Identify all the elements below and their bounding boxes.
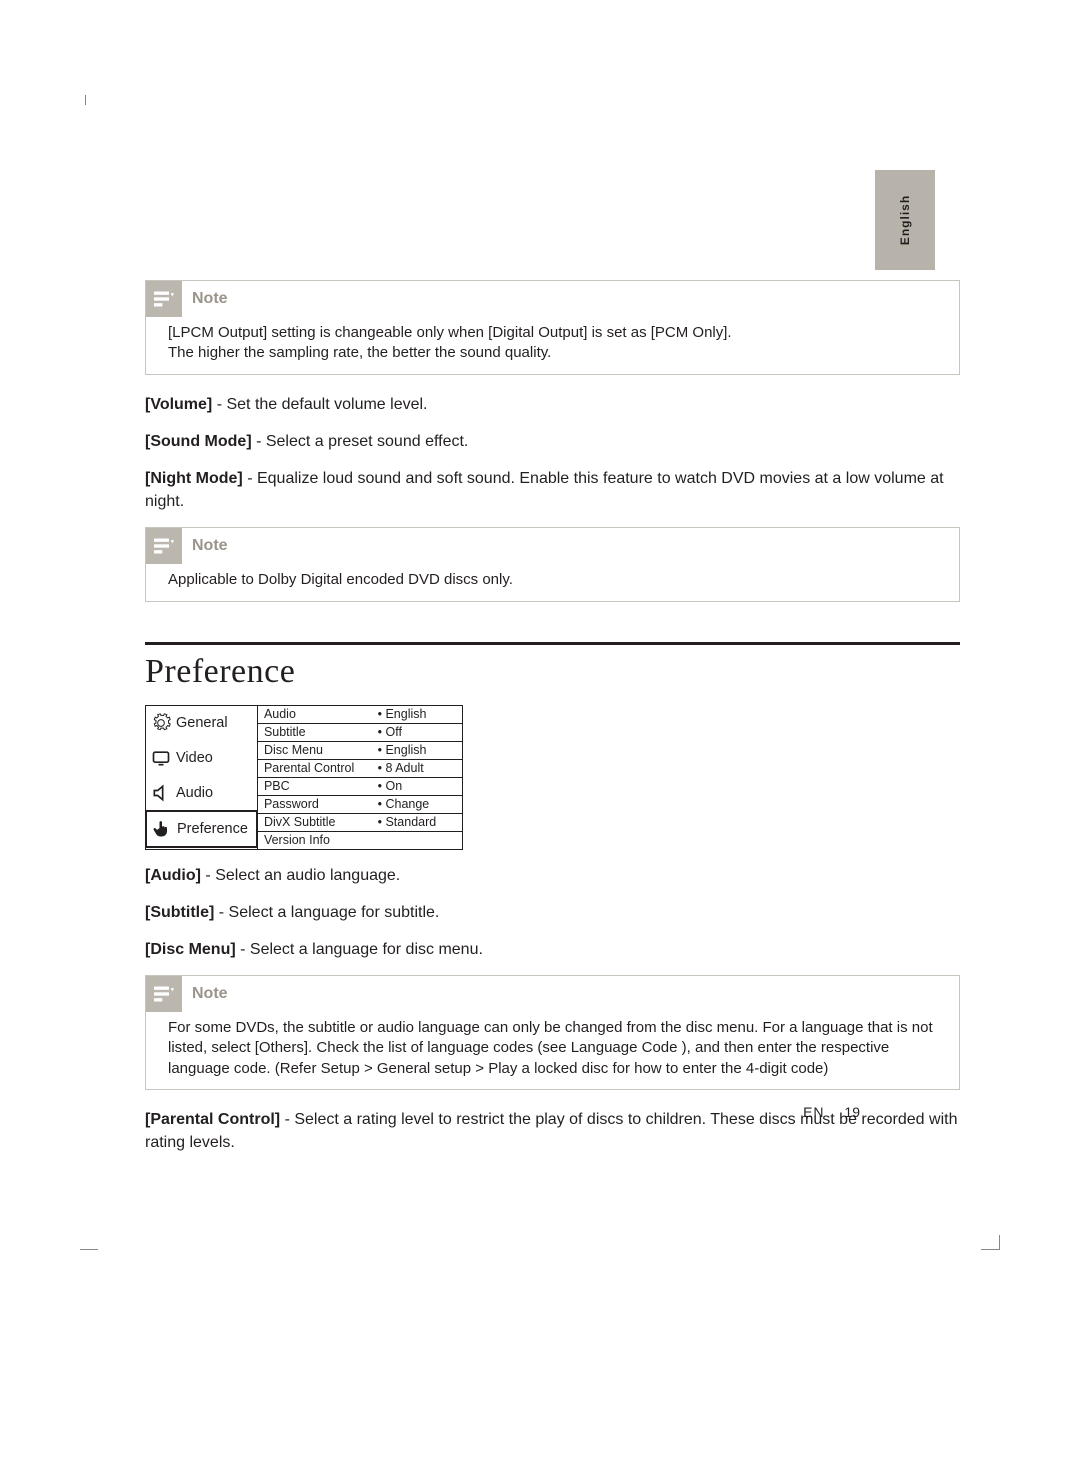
setting-label: [Volume] — [145, 396, 212, 413]
note-header: Note — [146, 528, 959, 564]
setting-label: [Night Mode] — [145, 470, 243, 487]
note-body: [LPCM Output] setting is changeable only… — [146, 317, 959, 374]
note-title: Note — [192, 537, 228, 555]
hand-icon — [151, 818, 173, 840]
pref-disc-menu: [Disc Menu] - Select a language for disc… — [145, 938, 960, 961]
note-icon — [146, 281, 182, 317]
section-heading: Preference — [145, 653, 960, 691]
note-body: For some DVDs, the subtitle or audio lan… — [146, 1012, 959, 1089]
crop-mark-icon — [85, 95, 96, 105]
setting-label: [Parental Control] — [145, 1111, 280, 1128]
setting-label: [Sound Mode] — [145, 433, 252, 450]
setting-desc: - Select a preset sound effect. — [252, 433, 469, 450]
section-divider — [145, 642, 960, 645]
menu-tab-label: Audio — [176, 785, 213, 801]
setting-night-mode: [Night Mode] - Equalize loud sound and s… — [145, 467, 960, 513]
footer-lang: EN — [803, 1104, 824, 1120]
setting-desc: - Equalize loud sound and soft sound. En… — [145, 470, 944, 510]
display-icon — [150, 747, 172, 769]
menu-options: Audio• English Subtitle• Off Disc Menu• … — [258, 706, 462, 849]
menu-row: Audio• English — [258, 706, 462, 724]
setting-label: [Disc Menu] — [145, 941, 236, 958]
setting-volume: [Volume] - Set the default volume level. — [145, 393, 960, 416]
pref-audio: [Audio] - Select an audio language. — [145, 864, 960, 887]
note-box-language: Note For some DVDs, the subtitle or audi… — [145, 975, 960, 1090]
menu-row: DivX Subtitle• Standard — [258, 814, 462, 832]
menu-tab-preference: Preference — [145, 810, 258, 848]
note-line: Applicable to Dolby Digital encoded DVD … — [168, 570, 937, 590]
menu-row: Password• Change — [258, 796, 462, 814]
setting-label: [Audio] — [145, 867, 201, 884]
setting-sound-mode: [Sound Mode] - Select a preset sound eff… — [145, 430, 960, 453]
menu-tab-audio: Audio — [146, 776, 257, 811]
page-content: Note [LPCM Output] setting is changeable… — [145, 280, 960, 1168]
note-box-lpcm: Note [LPCM Output] setting is changeable… — [145, 280, 960, 375]
setting-desc: - Select an audio language. — [201, 867, 400, 884]
note-icon — [146, 528, 182, 564]
speaker-icon — [150, 782, 172, 804]
menu-row: Version Info — [258, 832, 462, 849]
language-tab-label: English — [898, 195, 912, 245]
pref-subtitle: [Subtitle] - Select a language for subti… — [145, 901, 960, 924]
note-text: For some DVDs, the subtitle or audio lan… — [168, 1018, 937, 1079]
osd-menu-diagram: General Video Audio Preference Audio• En… — [145, 705, 463, 850]
note-header: Note — [146, 281, 959, 317]
language-tab: English — [875, 170, 935, 270]
page-footer: EN 19 — [803, 1104, 860, 1120]
crop-mark-icon — [981, 1235, 1000, 1250]
note-box-dolby: Note Applicable to Dolby Digital encoded… — [145, 527, 960, 601]
setting-desc: - Select a language for disc menu. — [236, 941, 483, 958]
footer-page: 19 — [844, 1104, 860, 1120]
setting-desc: - Select a language for subtitle. — [214, 904, 439, 921]
note-header: Note — [146, 976, 959, 1012]
note-title: Note — [192, 290, 228, 308]
setting-desc: - Set the default volume level. — [212, 396, 427, 413]
note-icon — [146, 976, 182, 1012]
note-line: [LPCM Output] setting is changeable only… — [168, 323, 937, 343]
menu-tab-general: General — [146, 706, 257, 741]
note-body: Applicable to Dolby Digital encoded DVD … — [146, 564, 959, 600]
menu-row: Subtitle• Off — [258, 724, 462, 742]
menu-tab-label: Video — [176, 750, 213, 766]
setting-label: [Subtitle] — [145, 904, 214, 921]
manual-page: English Note [LPCM Output] setting is ch… — [0, 0, 1080, 1460]
menu-row: Disc Menu• English — [258, 742, 462, 760]
note-line: The higher the sampling rate, the better… — [168, 343, 937, 363]
menu-tabs: General Video Audio Preference — [146, 706, 258, 849]
menu-row: PBC• On — [258, 778, 462, 796]
crop-mark-icon — [80, 1239, 98, 1250]
menu-tab-video: Video — [146, 741, 257, 776]
menu-tab-label: General — [176, 715, 228, 731]
menu-row: Parental Control• 8 Adult — [258, 760, 462, 778]
menu-tab-label: Preference — [177, 821, 248, 837]
gear-icon — [150, 712, 172, 734]
note-title: Note — [192, 985, 228, 1003]
